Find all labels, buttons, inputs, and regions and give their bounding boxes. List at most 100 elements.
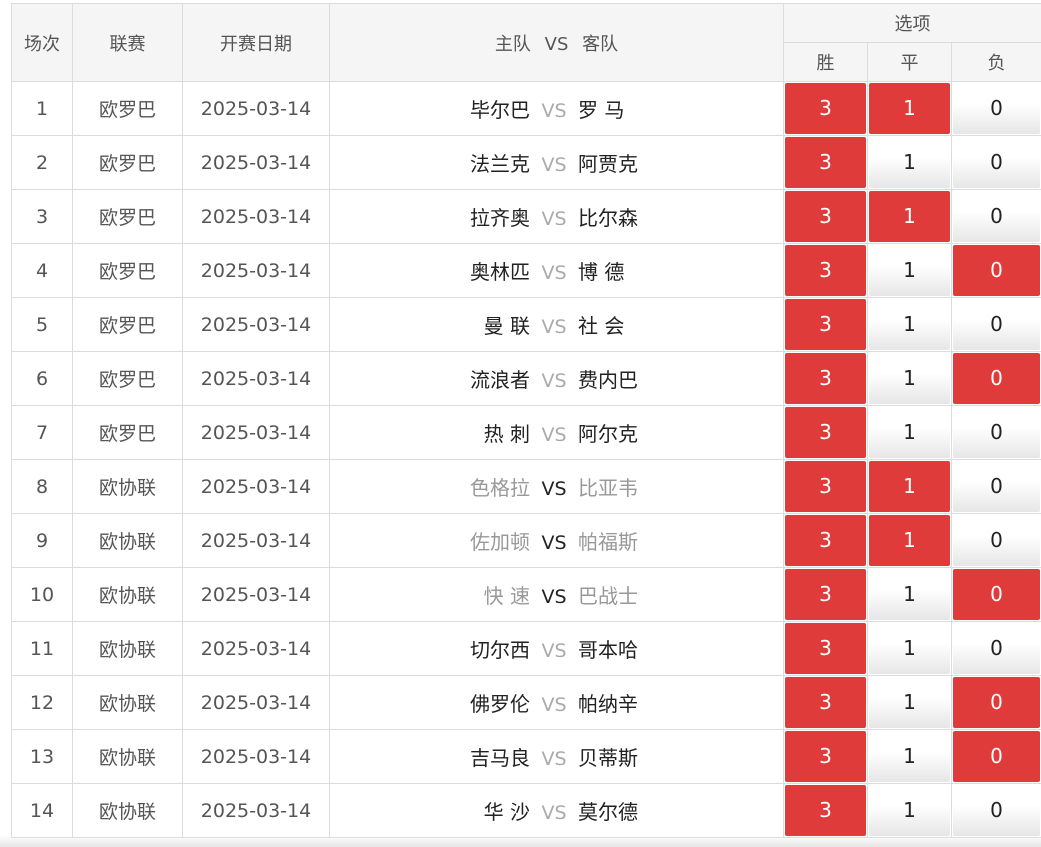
- option-lose-button[interactable]: 0: [953, 353, 1041, 404]
- option-win-button[interactable]: 3: [785, 299, 866, 350]
- option-draw-button[interactable]: 1: [869, 461, 950, 512]
- header-date: 开赛日期: [182, 3, 330, 82]
- option-win-cell: 3: [783, 405, 868, 460]
- option-lose-button[interactable]: 0: [953, 245, 1041, 296]
- option-draw-button[interactable]: 1: [869, 299, 950, 350]
- teams-cell: 法兰克 VS 阿贾克: [329, 135, 784, 190]
- match-number: 5: [11, 297, 73, 352]
- option-win-button[interactable]: 3: [785, 677, 866, 728]
- option-draw-cell: 1: [867, 675, 952, 730]
- header-options: 选项: [782, 3, 1041, 43]
- option-win-button[interactable]: 3: [785, 731, 866, 782]
- option-draw-button[interactable]: 1: [869, 785, 950, 836]
- option-draw-button[interactable]: 1: [869, 191, 950, 242]
- option-win-button[interactable]: 3: [785, 245, 866, 296]
- header-draw: 平: [867, 42, 952, 82]
- home-team: 华 沙: [483, 800, 530, 824]
- option-lose-button[interactable]: 0: [953, 515, 1041, 566]
- teams-cell: 佐加顿 VS 帕福斯: [329, 513, 784, 568]
- table-row: 5 欧罗巴 2025-03-14 曼 联 VS 社 会 310: [11, 297, 1041, 352]
- league-name: 欧罗巴: [72, 243, 183, 298]
- home-team: 佐加顿: [470, 530, 530, 554]
- match-date: 2025-03-14: [182, 405, 330, 460]
- option-draw-cell: 1: [867, 81, 952, 136]
- table-row: 11 欧协联 2025-03-14 切尔西 VS 哥本哈 3 1 0: [11, 621, 1041, 676]
- option-win-button[interactable]: 3: [785, 407, 866, 458]
- option-lose-cell: 0: [950, 297, 1041, 352]
- match-date: 2025-03-14: [182, 621, 330, 676]
- teams-cell: 佛罗伦 VS 帕纳辛: [329, 675, 784, 730]
- home-team: 吉马良: [470, 746, 530, 770]
- teams-cell: 色格拉 VS 比亚韦: [329, 459, 784, 514]
- option-lose-button[interactable]: 0: [953, 569, 1041, 620]
- vs-label: VS: [541, 532, 567, 554]
- option-draw-button[interactable]: 1: [869, 731, 950, 782]
- option-draw-button[interactable]: 1: [869, 623, 950, 674]
- option-lose-button[interactable]: 0: [953, 137, 1041, 188]
- option-lose-button[interactable]: 0: [953, 83, 1041, 134]
- home-team: 流浪者: [470, 368, 530, 392]
- option-win-button[interactable]: 3: [785, 569, 866, 620]
- table-row: 8 欧协联 2025-03-14 色格拉 VS 比亚韦 3 1 0: [11, 459, 1041, 514]
- option-lose-button[interactable]: 0: [953, 623, 1041, 674]
- option-draw-button[interactable]: 1: [869, 515, 950, 566]
- table-row: 6 欧罗巴 2025-03-14 流浪者 VS 费内巴 3 1 0: [11, 351, 1041, 406]
- option-win-button[interactable]: 3: [785, 83, 866, 134]
- league-name: 欧罗巴: [72, 135, 183, 190]
- option-draw-button[interactable]: 1: [869, 245, 950, 296]
- away-team: 罗 马: [578, 98, 625, 122]
- option-win-button[interactable]: 3: [785, 461, 866, 512]
- away-team: 帕福斯: [578, 530, 638, 554]
- away-team: 博 德: [578, 260, 625, 284]
- option-draw-button[interactable]: 1: [869, 569, 950, 620]
- option-lose-button[interactable]: 0: [953, 461, 1041, 512]
- option-win-button[interactable]: 3: [785, 137, 866, 188]
- vs-label: VS: [541, 316, 567, 338]
- match-number: 10: [11, 567, 73, 622]
- league-name: 欧协联: [72, 729, 183, 784]
- table-row: 10 欧协联 2025-03-14 快 速 VS 巴战士 3 1 0: [11, 567, 1041, 622]
- option-lose-button[interactable]: 0: [953, 677, 1041, 728]
- option-lose-button[interactable]: 0: [953, 785, 1041, 836]
- header-teams: 主队 VS 客队: [329, 3, 784, 82]
- vs-label: VS: [541, 802, 567, 824]
- header-league: 联赛: [72, 3, 183, 82]
- option-draw-cell: 1: [867, 459, 952, 514]
- match-date: 2025-03-14: [182, 243, 330, 298]
- option-draw-button[interactable]: 1: [869, 137, 950, 188]
- option-win-button[interactable]: 3: [785, 785, 866, 836]
- option-lose-button[interactable]: 0: [953, 299, 1041, 350]
- option-lose-button[interactable]: 0: [953, 191, 1041, 242]
- option-draw-button[interactable]: 1: [869, 83, 950, 134]
- table-row: 9 欧协联 2025-03-14 佐加顿 VS 帕福斯 3 1 0: [11, 513, 1041, 568]
- option-win-button[interactable]: 3: [785, 515, 866, 566]
- teams-cell: 热 刺 VS 阿尔克: [329, 405, 784, 460]
- league-name: 欧罗巴: [72, 189, 183, 244]
- match-selection-table: 场次 联赛 开赛日期 主队 VS 客队 选项 胜 平 负 1 欧罗巴 2025-03…: [11, 3, 1041, 838]
- table-row: 2 欧罗巴 2025-03-14 法兰克 VS 阿贾克 3 1 0: [11, 135, 1041, 190]
- vs-label: VS: [541, 370, 567, 392]
- teams-cell: 拉齐奥 VS 比尔森: [329, 189, 784, 244]
- table-row: 13 欧协联 2025-03-14 吉马良 VS 贝蒂斯 3 1 0: [11, 729, 1041, 784]
- bottom-fade: [0, 835, 1041, 847]
- league-name: 欧罗巴: [72, 297, 183, 352]
- option-win-button[interactable]: 3: [785, 191, 866, 242]
- option-win-button[interactable]: 3: [785, 623, 866, 674]
- match-date: 2025-03-14: [182, 459, 330, 514]
- option-lose-cell: 0: [950, 513, 1041, 568]
- option-draw-button[interactable]: 1: [869, 677, 950, 728]
- option-win-cell: 3: [783, 297, 868, 352]
- away-team: 巴战士: [578, 584, 638, 608]
- league-name: 欧协联: [72, 675, 183, 730]
- option-draw-button[interactable]: 1: [869, 407, 950, 458]
- option-lose-button[interactable]: 0: [953, 407, 1041, 458]
- teams-cell: 快 速 VS 巴战士: [329, 567, 784, 622]
- option-win-button[interactable]: 3: [785, 353, 866, 404]
- league-name: 欧协联: [72, 567, 183, 622]
- option-draw-button[interactable]: 1: [869, 353, 950, 404]
- match-number: 8: [11, 459, 73, 514]
- option-win-cell: 3: [783, 135, 868, 190]
- option-lose-button[interactable]: 0: [953, 731, 1041, 782]
- away-team: 费内巴: [578, 368, 638, 392]
- table-row: 3 欧罗巴 2025-03-14 拉齐奥 VS 比尔森 3 1 0: [11, 189, 1041, 244]
